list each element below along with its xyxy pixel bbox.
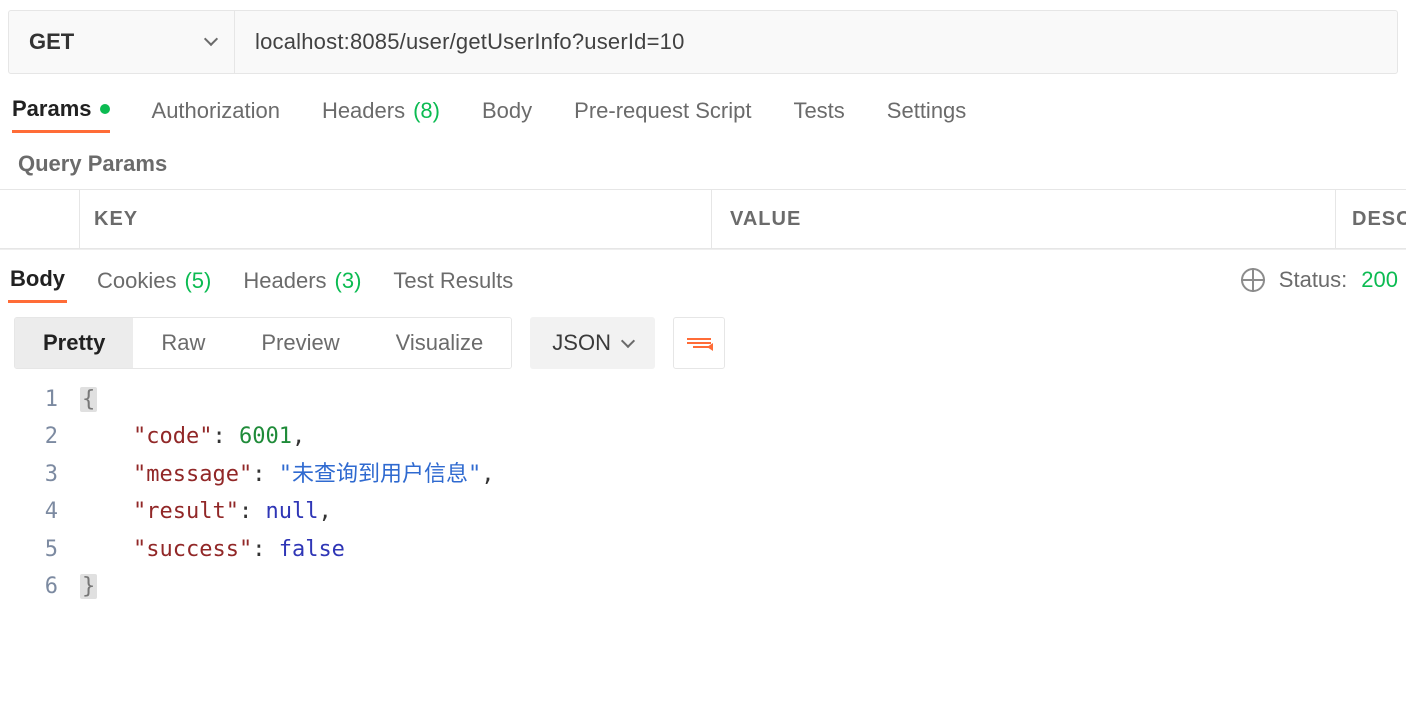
response-tab-cookies[interactable]: Cookies (5) (95, 256, 213, 303)
column-checkbox (0, 190, 80, 248)
response-tab-headers-count: (3) (335, 268, 362, 294)
tab-tests[interactable]: Tests (793, 96, 844, 133)
line-number: 3 (0, 456, 80, 493)
view-mode-pretty[interactable]: Pretty (15, 318, 133, 368)
query-params-table: KEY VALUE DESC (0, 189, 1406, 249)
response-tabs: Body Cookies (5) Headers (3) Test Result… (8, 256, 515, 303)
code-line: 3 "message": "未查询到用户信息", (0, 456, 1406, 493)
line-number: 5 (0, 531, 80, 568)
response-tab-body[interactable]: Body (8, 256, 67, 303)
tab-body-label: Body (482, 98, 532, 124)
code-line: 5 "success": false (0, 531, 1406, 568)
column-description-header: DESC (1336, 190, 1406, 248)
response-tab-test-results-label: Test Results (393, 268, 513, 294)
chevron-down-icon (206, 34, 216, 51)
tab-tests-label: Tests (793, 98, 844, 124)
line-number: 1 (0, 381, 80, 418)
tab-headers-count: (8) (413, 98, 440, 124)
code-text: "message": "未查询到用户信息", (80, 456, 504, 493)
request-url-input[interactable]: localhost:8085/user/getUserInfo?userId=1… (235, 11, 1397, 73)
column-key-header: KEY (80, 190, 712, 248)
code-text: { (80, 381, 107, 418)
response-body-editor[interactable]: 1{2 "code": 6001,3 "message": "未查询到用户信息"… (0, 377, 1406, 625)
http-method-label: GET (29, 29, 74, 55)
tab-headers[interactable]: Headers (8) (322, 96, 440, 133)
body-format-select[interactable]: JSON (530, 317, 655, 369)
response-tab-headers[interactable]: Headers (3) (241, 256, 363, 303)
globe-icon[interactable] (1241, 268, 1265, 292)
code-text: "success": false (80, 531, 355, 568)
query-params-title: Query Params (0, 143, 1406, 189)
response-view-toolbar: Pretty Raw Preview Visualize JSON (0, 303, 1406, 377)
column-value-header: VALUE (712, 190, 1336, 248)
status-label: Status: (1279, 267, 1347, 293)
response-tab-body-label: Body (10, 266, 65, 292)
tab-headers-label: Headers (322, 98, 405, 124)
tab-authorization[interactable]: Authorization (152, 96, 280, 133)
code-text: } (80, 568, 107, 605)
body-view-mode-segment: Pretty Raw Preview Visualize (14, 317, 512, 369)
tab-settings[interactable]: Settings (887, 96, 967, 133)
response-tab-cookies-label: Cookies (97, 268, 176, 294)
view-mode-raw[interactable]: Raw (133, 318, 233, 368)
code-text: "result": null, (80, 493, 342, 530)
code-line: 6} (0, 568, 1406, 605)
line-wrap-button[interactable] (673, 317, 725, 369)
params-active-dot-icon (100, 104, 110, 114)
line-number: 2 (0, 418, 80, 455)
view-mode-visualize[interactable]: Visualize (368, 318, 512, 368)
request-bar: GET localhost:8085/user/getUserInfo?user… (8, 10, 1398, 74)
body-format-label: JSON (552, 330, 611, 356)
line-number: 6 (0, 568, 80, 605)
code-text: "code": 6001, (80, 418, 315, 455)
code-line: 4 "result": null, (0, 493, 1406, 530)
chevron-down-icon (623, 330, 633, 356)
tab-body[interactable]: Body (482, 96, 532, 133)
line-number: 4 (0, 493, 80, 530)
response-tab-test-results[interactable]: Test Results (391, 256, 515, 303)
tab-params-label: Params (12, 96, 92, 122)
code-line: 1{ (0, 381, 1406, 418)
tab-settings-label: Settings (887, 98, 967, 124)
query-params-header: KEY VALUE DESC (0, 190, 1406, 248)
line-wrap-icon (687, 338, 711, 348)
response-tab-headers-label: Headers (243, 268, 326, 294)
request-tabs: Params Authorization Headers (8) Body Pr… (0, 74, 1406, 143)
tab-prerequest-label: Pre-request Script (574, 98, 751, 124)
code-line: 2 "code": 6001, (0, 418, 1406, 455)
status-code: 200 (1361, 267, 1398, 293)
response-status: Status: 200 (1241, 267, 1402, 293)
view-mode-preview[interactable]: Preview (233, 318, 367, 368)
tab-prerequest[interactable]: Pre-request Script (574, 96, 751, 133)
tab-params[interactable]: Params (12, 96, 110, 133)
response-tabs-row: Body Cookies (5) Headers (3) Test Result… (0, 249, 1406, 303)
http-method-select[interactable]: GET (9, 11, 235, 73)
tab-authorization-label: Authorization (152, 98, 280, 124)
request-url-text: localhost:8085/user/getUserInfo?userId=1… (255, 29, 685, 55)
response-tab-cookies-count: (5) (184, 268, 211, 294)
